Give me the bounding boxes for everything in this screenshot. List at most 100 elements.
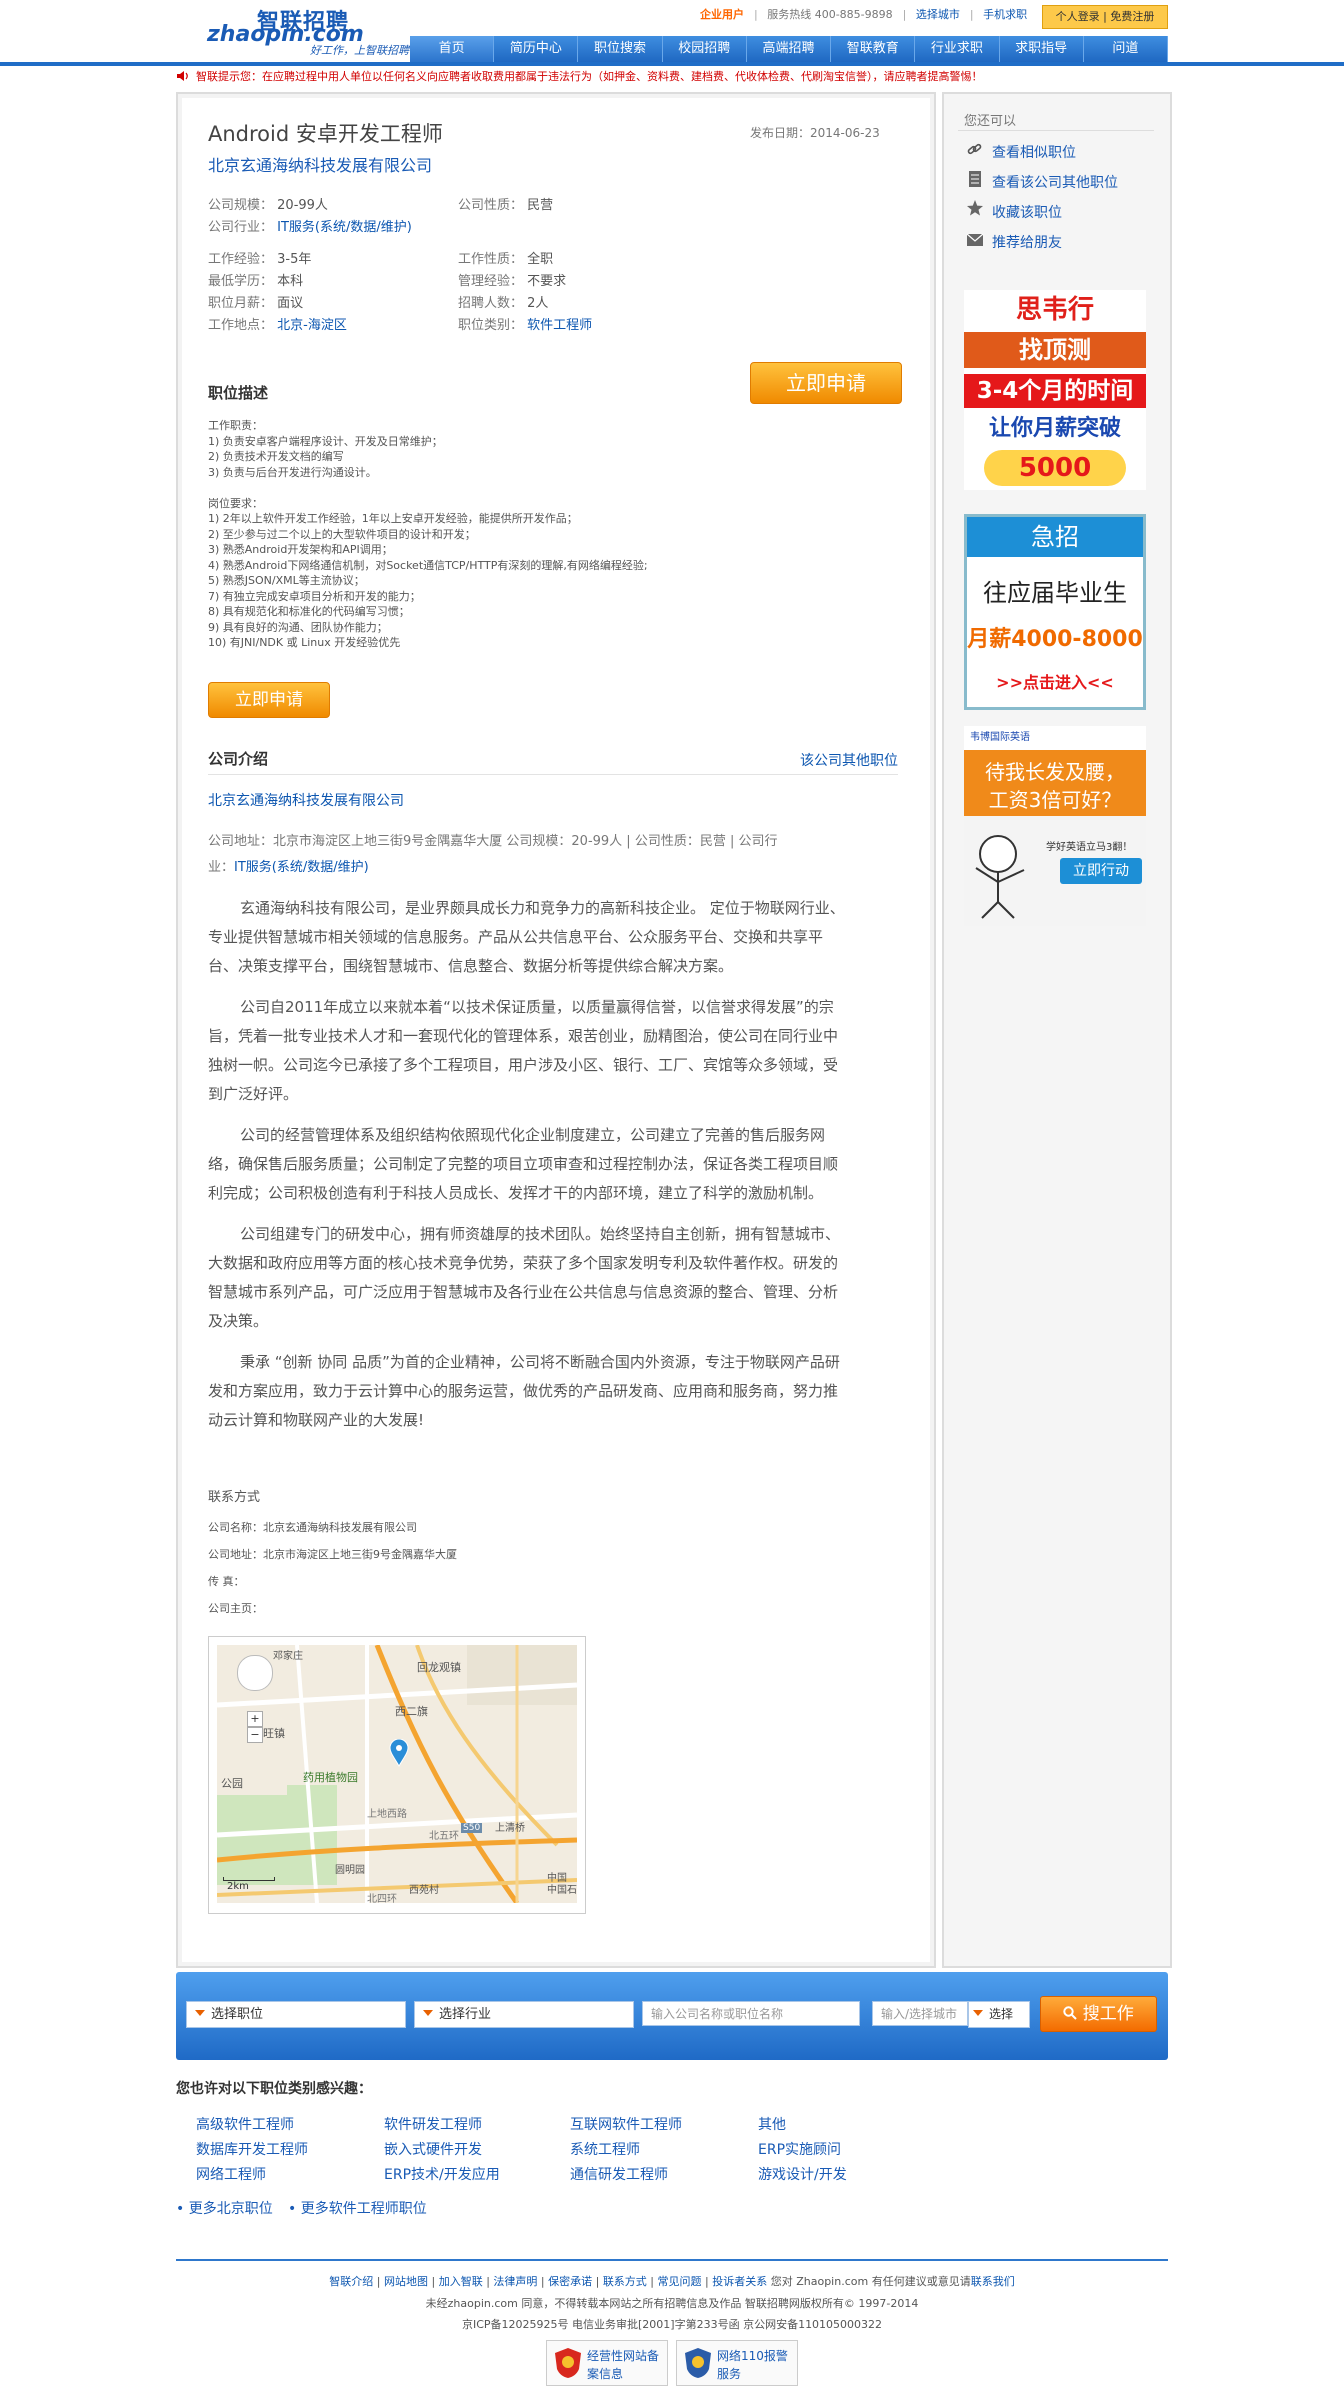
nav-home[interactable]: 首页 xyxy=(410,36,495,62)
company-other-jobs-link[interactable]: 该公司其他职位 xyxy=(800,750,898,770)
select-job-category[interactable]: 选择职位 xyxy=(186,2001,406,2028)
nav-resume[interactable]: 简历中心 xyxy=(494,36,579,62)
desc-line: 10) 有JNI/NDK 或 Linux 开发经验优先 xyxy=(208,636,401,649)
ad-banner-1[interactable]: 思韦行 找顶测 3-4个月的时间 让你月薪突破 5000 xyxy=(964,290,1146,490)
related-job-link[interactable]: 数据库开发工程师 xyxy=(196,2139,308,2159)
police-110-badge[interactable]: 网络110报警 服务 xyxy=(676,2340,798,2386)
map-label: 中国石 xyxy=(547,1885,577,1896)
map-label: 回龙观镇 xyxy=(417,1661,461,1674)
company-name-link[interactable]: 北京玄通海纳科技发展有限公司 xyxy=(208,152,432,176)
company-location-map[interactable]: + − 邓家庄 回龙观镇 西二旗 旺镇 药用植物园 公园 上地西路 北五环 上清… xyxy=(208,1636,586,1914)
min-education: 最低学历： 本科 xyxy=(208,274,304,289)
location-pin-icon xyxy=(389,1739,409,1767)
badge-line: 网络110报警 xyxy=(717,2349,788,2363)
search-jobs-button[interactable]: 搜工作 xyxy=(1040,1996,1157,2032)
zoom-in-button[interactable]: + xyxy=(247,1711,263,1727)
city-select-button[interactable]: 选择 xyxy=(968,2001,1030,2028)
related-job-link[interactable]: 高级软件工程师 xyxy=(196,2114,294,2134)
more-beijing-jobs-link[interactable]: • 更多北京职位 xyxy=(176,2198,273,2218)
place-link[interactable]: 北京-海淀区 xyxy=(277,318,347,333)
zhaopin-logo[interactable]: 智联招聘 zhaopin.com 好工作，上智联招聘 xyxy=(205,4,409,57)
select-industry[interactable]: 选择行业 xyxy=(414,2001,634,2028)
footer-feedback-text: 您对 Zhaopin.com 有任何建议或意见请 xyxy=(770,2275,971,2288)
footer-link[interactable]: 加入智联 xyxy=(439,2275,483,2288)
ad-banner-3[interactable]: 韦博国际英语 待我长发及腰， 工资3倍可好？ 学好英语立马3翻！ 立即行动 xyxy=(964,726,1146,926)
footer-link[interactable]: 投诉者关系 xyxy=(712,2275,767,2288)
ad1-line: 找顶测 xyxy=(964,332,1146,368)
contact-us-link[interactable]: 联系我们 xyxy=(971,2275,1015,2288)
map-label: 邓家庄 xyxy=(273,1651,303,1662)
footer-link[interactable]: 联系方式 xyxy=(603,2275,647,2288)
contact-company-name: 公司名称：北京玄通海纳科技发展有限公司 xyxy=(208,1521,417,1534)
nav-education[interactable]: 智联教育 xyxy=(831,36,916,62)
related-job-link[interactable]: 嵌入式硬件开发 xyxy=(384,2139,482,2159)
company-name-intro-link[interactable]: 北京玄通海纳科技发展有限公司 xyxy=(208,790,404,810)
related-job-link[interactable]: ERP实施顾问 xyxy=(758,2139,841,2159)
zoom-out-button[interactable]: − xyxy=(247,1727,263,1743)
footer-icp: 京ICP备12025925号 电信业务审批[2001]字第233号函 京公网安备… xyxy=(461,2318,883,2331)
cartoon-person-icon xyxy=(975,835,1025,919)
speaker-icon xyxy=(177,71,188,81)
job-detail-card: Android 安卓开发工程师 发布日期：2014-06-23 北京玄通海纳科技… xyxy=(176,92,936,1968)
sidebar-similar-jobs[interactable]: 查看相似职位 xyxy=(992,142,1076,162)
dropdown-arrow-icon xyxy=(423,2010,433,2016)
industry-link[interactable]: IT服务(系统/数据/维护) xyxy=(277,220,412,235)
nav-wendao[interactable]: 问道 xyxy=(1083,36,1168,62)
nav-highend[interactable]: 高端招聘 xyxy=(746,36,832,62)
map-canvas[interactable]: + − 邓家庄 回龙观镇 西二旗 旺镇 药用植物园 公园 上地西路 北五环 上清… xyxy=(217,1645,577,1903)
ad3-cta-button[interactable]: 立即行动 xyxy=(1060,858,1142,884)
more-software-jobs-link[interactable]: • 更多软件工程师职位 xyxy=(288,2198,427,2218)
footer-link[interactable]: 智联介绍 xyxy=(329,2275,373,2288)
enterprise-link[interactable]: 企业用户 xyxy=(700,8,744,21)
ad3-brand: 韦博国际英语 xyxy=(964,726,1146,750)
city-input[interactable]: 输入/选择城市 xyxy=(872,2001,968,2026)
mobile-job-link[interactable]: 手机求职 xyxy=(983,8,1027,21)
sidebar: 您还可以 查看相似职位 查看该公司其他职位 收藏该职位 推荐给朋友 思韦行 找顶… xyxy=(942,92,1172,1968)
divider xyxy=(208,774,898,775)
apply-now-button-bottom[interactable]: 立即申请 xyxy=(208,682,330,718)
nav-campus[interactable]: 校园招聘 xyxy=(662,36,747,62)
company-intro-heading: 公司介绍 xyxy=(208,750,269,768)
sidebar-recommend-friend[interactable]: 推荐给朋友 xyxy=(992,232,1062,252)
related-job-link[interactable]: 其他 xyxy=(758,2114,786,2134)
apply-now-button-top[interactable]: 立即申请 xyxy=(750,362,902,404)
desc-line: 3) 熟悉Android开发架构和API调用； xyxy=(208,543,393,556)
related-job-link[interactable]: ERP技术/开发应用 xyxy=(384,2164,500,2184)
hire-count: 招聘人数： 2人 xyxy=(458,296,549,311)
work-place: 工作地点： 北京-海淀区 xyxy=(208,318,347,333)
register-link[interactable]: 免费注册 xyxy=(1110,10,1154,23)
select-city-link[interactable]: 选择城市 xyxy=(916,8,960,21)
footer-link[interactable]: 网站地图 xyxy=(384,2275,428,2288)
related-job-link[interactable]: 互联网软件工程师 xyxy=(570,2114,682,2134)
notice-text: 智联提示您：在应聘过程中用人单位以任何名义向应聘者收取费用都属于违法行为（如押金… xyxy=(196,70,983,83)
desc-line xyxy=(208,480,648,496)
footer-link[interactable]: 法律声明 xyxy=(493,2275,537,2288)
fraud-notice: 智联提示您：在应聘过程中用人单位以任何名义向应聘者收取费用都属于违法行为（如押金… xyxy=(176,68,1168,86)
login-link[interactable]: 个人登录 xyxy=(1056,10,1100,23)
ad-banner-2[interactable]: 急招 往应届毕业生 月薪4000-8000 >>点击进入<< xyxy=(964,514,1146,710)
nav-guide[interactable]: 求职指导 xyxy=(999,36,1084,62)
sidebar-company-jobs[interactable]: 查看该公司其他职位 xyxy=(992,172,1118,192)
company-industry-link[interactable]: IT服务(系统/数据/维护) xyxy=(234,860,369,875)
footer-link[interactable]: 常见问题 xyxy=(658,2275,702,2288)
related-job-link[interactable]: 通信研发工程师 xyxy=(570,2164,668,2184)
nav-job-search[interactable]: 职位搜索 xyxy=(578,36,663,62)
nav-industry[interactable]: 行业求职 xyxy=(915,36,1000,62)
map-pan-control[interactable] xyxy=(237,1655,273,1691)
map-label: S50 xyxy=(461,1823,483,1833)
mail-icon xyxy=(966,233,984,246)
police-shield-icon xyxy=(555,2348,581,2378)
related-job-link[interactable]: 网络工程师 xyxy=(196,2164,266,2184)
footer-link[interactable]: 保密承诺 xyxy=(548,2275,592,2288)
desc-line: 1) 负责安卓客户端程序设计、开发及日常维护； xyxy=(208,434,443,448)
map-label: 北五环 xyxy=(429,1831,459,1842)
category-link[interactable]: 软件工程师 xyxy=(527,318,592,333)
related-job-link[interactable]: 游戏设计/开发 xyxy=(758,2164,847,2184)
sidebar-favorite-job[interactable]: 收藏该职位 xyxy=(992,202,1062,222)
keyword-input[interactable]: 输入公司名称或职位名称 xyxy=(642,2001,860,2026)
related-job-link[interactable]: 系统工程师 xyxy=(570,2139,640,2159)
ad2-line: 月薪4000-8000 xyxy=(967,627,1143,652)
related-job-link[interactable]: 软件研发工程师 xyxy=(384,2114,482,2134)
site-header: 智联招聘 zhaopin.com 好工作，上智联招聘 企业用户 | 服务热线 40… xyxy=(0,0,1344,66)
site-record-badge[interactable]: 经营性网站备 案信息 xyxy=(546,2340,668,2386)
